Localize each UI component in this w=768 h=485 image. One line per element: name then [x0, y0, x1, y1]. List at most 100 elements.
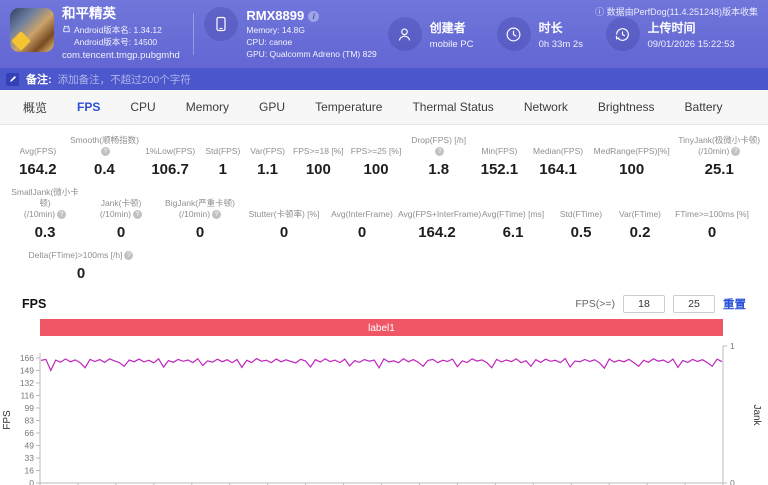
help-icon[interactable]: ? [435, 147, 445, 157]
metric-label: Stutter(卡顿率) [%] [248, 209, 320, 220]
metric-value: 0.4 [94, 161, 115, 179]
device-info-icon[interactable]: i [308, 10, 320, 22]
y-tick-label: 0 [29, 478, 34, 485]
app-block: 和平精英 Android版本名: 1.34.12 Android版本号: 145… [10, 6, 183, 62]
tab-network[interactable]: Network [509, 100, 583, 114]
fps-line-series [40, 357, 723, 373]
tab-brightness[interactable]: Brightness [583, 100, 670, 114]
metric-cell: FPS>=18 [%] 100 [290, 146, 346, 178]
y2-tick-label: 0 [730, 478, 735, 485]
y2-axis-title: Jank [751, 405, 762, 427]
y-tick-label: 99 [25, 403, 35, 413]
metric-cell: Var(FPS) 1.1 [245, 146, 291, 178]
collect-version-note: ⓘ 数据由PerfDog(11.4.251248)版本收集 [595, 7, 758, 17]
metric-value: 0 [116, 224, 126, 242]
metric-cell: FTime>=100ms [%] 0 [668, 209, 756, 241]
metric-value: 1.8 [428, 161, 450, 179]
y-tick-label: 149 [20, 366, 34, 376]
metric-label: Min(FPS) [481, 146, 518, 157]
tabs: 概览 FPS CPU Memory GPU Temperature Thermal Stat… [0, 90, 768, 125]
metric-value: 0 [357, 224, 367, 242]
metric-label: FPS>=18 [%] [293, 146, 344, 157]
metric-value: 0 [707, 224, 717, 242]
metric-value: 0 [76, 265, 86, 283]
metric-cell: Var(FTime) 0.2 [612, 209, 668, 241]
duration-block: 时长 0h 33m 2s [496, 17, 600, 51]
duration-label: 时长 [538, 20, 563, 35]
tab-temperature[interactable]: Temperature [300, 100, 397, 114]
metric-label: 1%Low(FPS) [145, 146, 196, 157]
metric-label: Jank(卡顿) (/10min)? [99, 198, 143, 220]
metric-label: Avg(InterFrame) [331, 209, 393, 220]
device-model: RMX8899 [246, 8, 305, 24]
upload-label: 上传时间 [647, 20, 696, 35]
app-package: com.tencent.tmgp.pubgmhd [62, 50, 180, 62]
reset-button[interactable]: 重置 [723, 296, 746, 312]
note-input-placeholder[interactable]: 添加备注，不超过200个字符 [58, 72, 191, 87]
creator-value: mobile PC [429, 38, 474, 50]
upload-value: 09/01/2026 15:22:53 [647, 38, 735, 50]
android-icon [62, 25, 71, 37]
device-memory: Memory: 14.8G [246, 25, 305, 36]
creator-block: 创建者 mobile PC [387, 17, 491, 51]
metric-cell: Smooth(顺畅指数)? 0.4 [70, 135, 140, 178]
metric-cell: SmallJank(微小卡顿) (/10min)? 0.3 [6, 187, 84, 241]
metric-cell: Avg(FTime) [ms] 6.1 [476, 209, 550, 241]
metric-value: 1.1 [257, 161, 279, 179]
metric-label: SmallJank(微小卡顿) (/10min)? [11, 187, 79, 220]
fps-threshold-low-input[interactable] [623, 295, 665, 314]
metric-cell: Jank(卡顿) (/10min)? 0 [84, 198, 158, 241]
metric-cell: MedRange(FPS)[%] 100 [589, 146, 675, 178]
tab-memory[interactable]: Memory [171, 100, 244, 114]
tab-thermal-status[interactable]: Thermal Status [397, 100, 508, 114]
metric-cell: FPS>=25 [%] 100 [346, 146, 406, 178]
android-version-name: Android版本名: 1.34.12 [74, 25, 162, 36]
metric-value: 0 [195, 224, 205, 242]
metric-label: Drop(FPS) [/h]? [411, 135, 467, 157]
metric-value: 1 [218, 161, 227, 179]
y-tick-label: 166 [20, 353, 34, 363]
tab-battery[interactable]: Battery [670, 100, 738, 114]
metric-cell: BigJank(严重卡顿) (/10min)? 0 [158, 198, 242, 241]
clock-icon [496, 17, 531, 51]
tab-cpu[interactable]: CPU [115, 100, 170, 114]
metric-cell: Std(FPS) 1 [201, 146, 245, 178]
device-block: RMX8899 i Memory: 14.8G CPU: canoe GPU: … [204, 7, 381, 61]
tab-gpu[interactable]: GPU [244, 100, 300, 114]
y-tick-label: 33 [25, 453, 35, 463]
help-icon[interactable]: ? [57, 210, 67, 220]
metric-label: Std(FPS) [205, 146, 241, 157]
metric-cell: Avg(FPS+InterFrame) 164.2 [398, 209, 481, 241]
help-icon[interactable]: ? [100, 147, 110, 157]
upload-block: 上传时间 09/01/2026 15:22:53 [605, 17, 758, 51]
y-tick-label: 83 [25, 416, 35, 426]
metric-cell: 1%Low(FPS) 106.7 [139, 146, 201, 178]
device-cpu: CPU: canoe [246, 37, 293, 48]
metric-label: FTime>=100ms [%] [675, 209, 749, 220]
metric-label: Std(FTime) [559, 209, 603, 220]
metric-value: 25.1 [704, 161, 734, 179]
tab-fps[interactable]: FPS [62, 100, 115, 114]
metric-value: 164.2 [19, 161, 57, 179]
y-axis-title: FPS [2, 410, 13, 430]
help-icon[interactable]: ? [124, 251, 134, 261]
fps-threshold-high-input[interactable] [673, 295, 715, 314]
metric-value: 100 [363, 161, 389, 179]
app-icon [10, 8, 54, 52]
creator-label: 创建者 [429, 20, 466, 35]
tab-概览[interactable]: 概览 [8, 99, 62, 116]
metric-value: 0 [279, 224, 289, 242]
device-gpu: GPU: Qualcomm Adreno (TM) 829 [246, 49, 377, 60]
metric-label: FPS>=25 [%] [350, 146, 402, 157]
metric-label: Avg(FPS) [19, 146, 57, 157]
app-name: 和平精英 [62, 6, 116, 21]
metric-cell: Min(FPS) 152.1 [472, 146, 528, 178]
help-icon[interactable]: ? [731, 147, 741, 157]
fps-chart[interactable]: label116614913211699836649331601000:0001… [0, 315, 768, 485]
note-bar: 备注: 添加备注，不超过200个字符 [0, 68, 768, 90]
fps-section-title: FPS [22, 297, 47, 312]
help-icon[interactable]: ? [133, 210, 143, 220]
info-icon: ⓘ [595, 7, 607, 17]
help-icon[interactable]: ? [212, 210, 222, 220]
metric-cell: Avg(FPS) 164.2 [6, 146, 70, 178]
